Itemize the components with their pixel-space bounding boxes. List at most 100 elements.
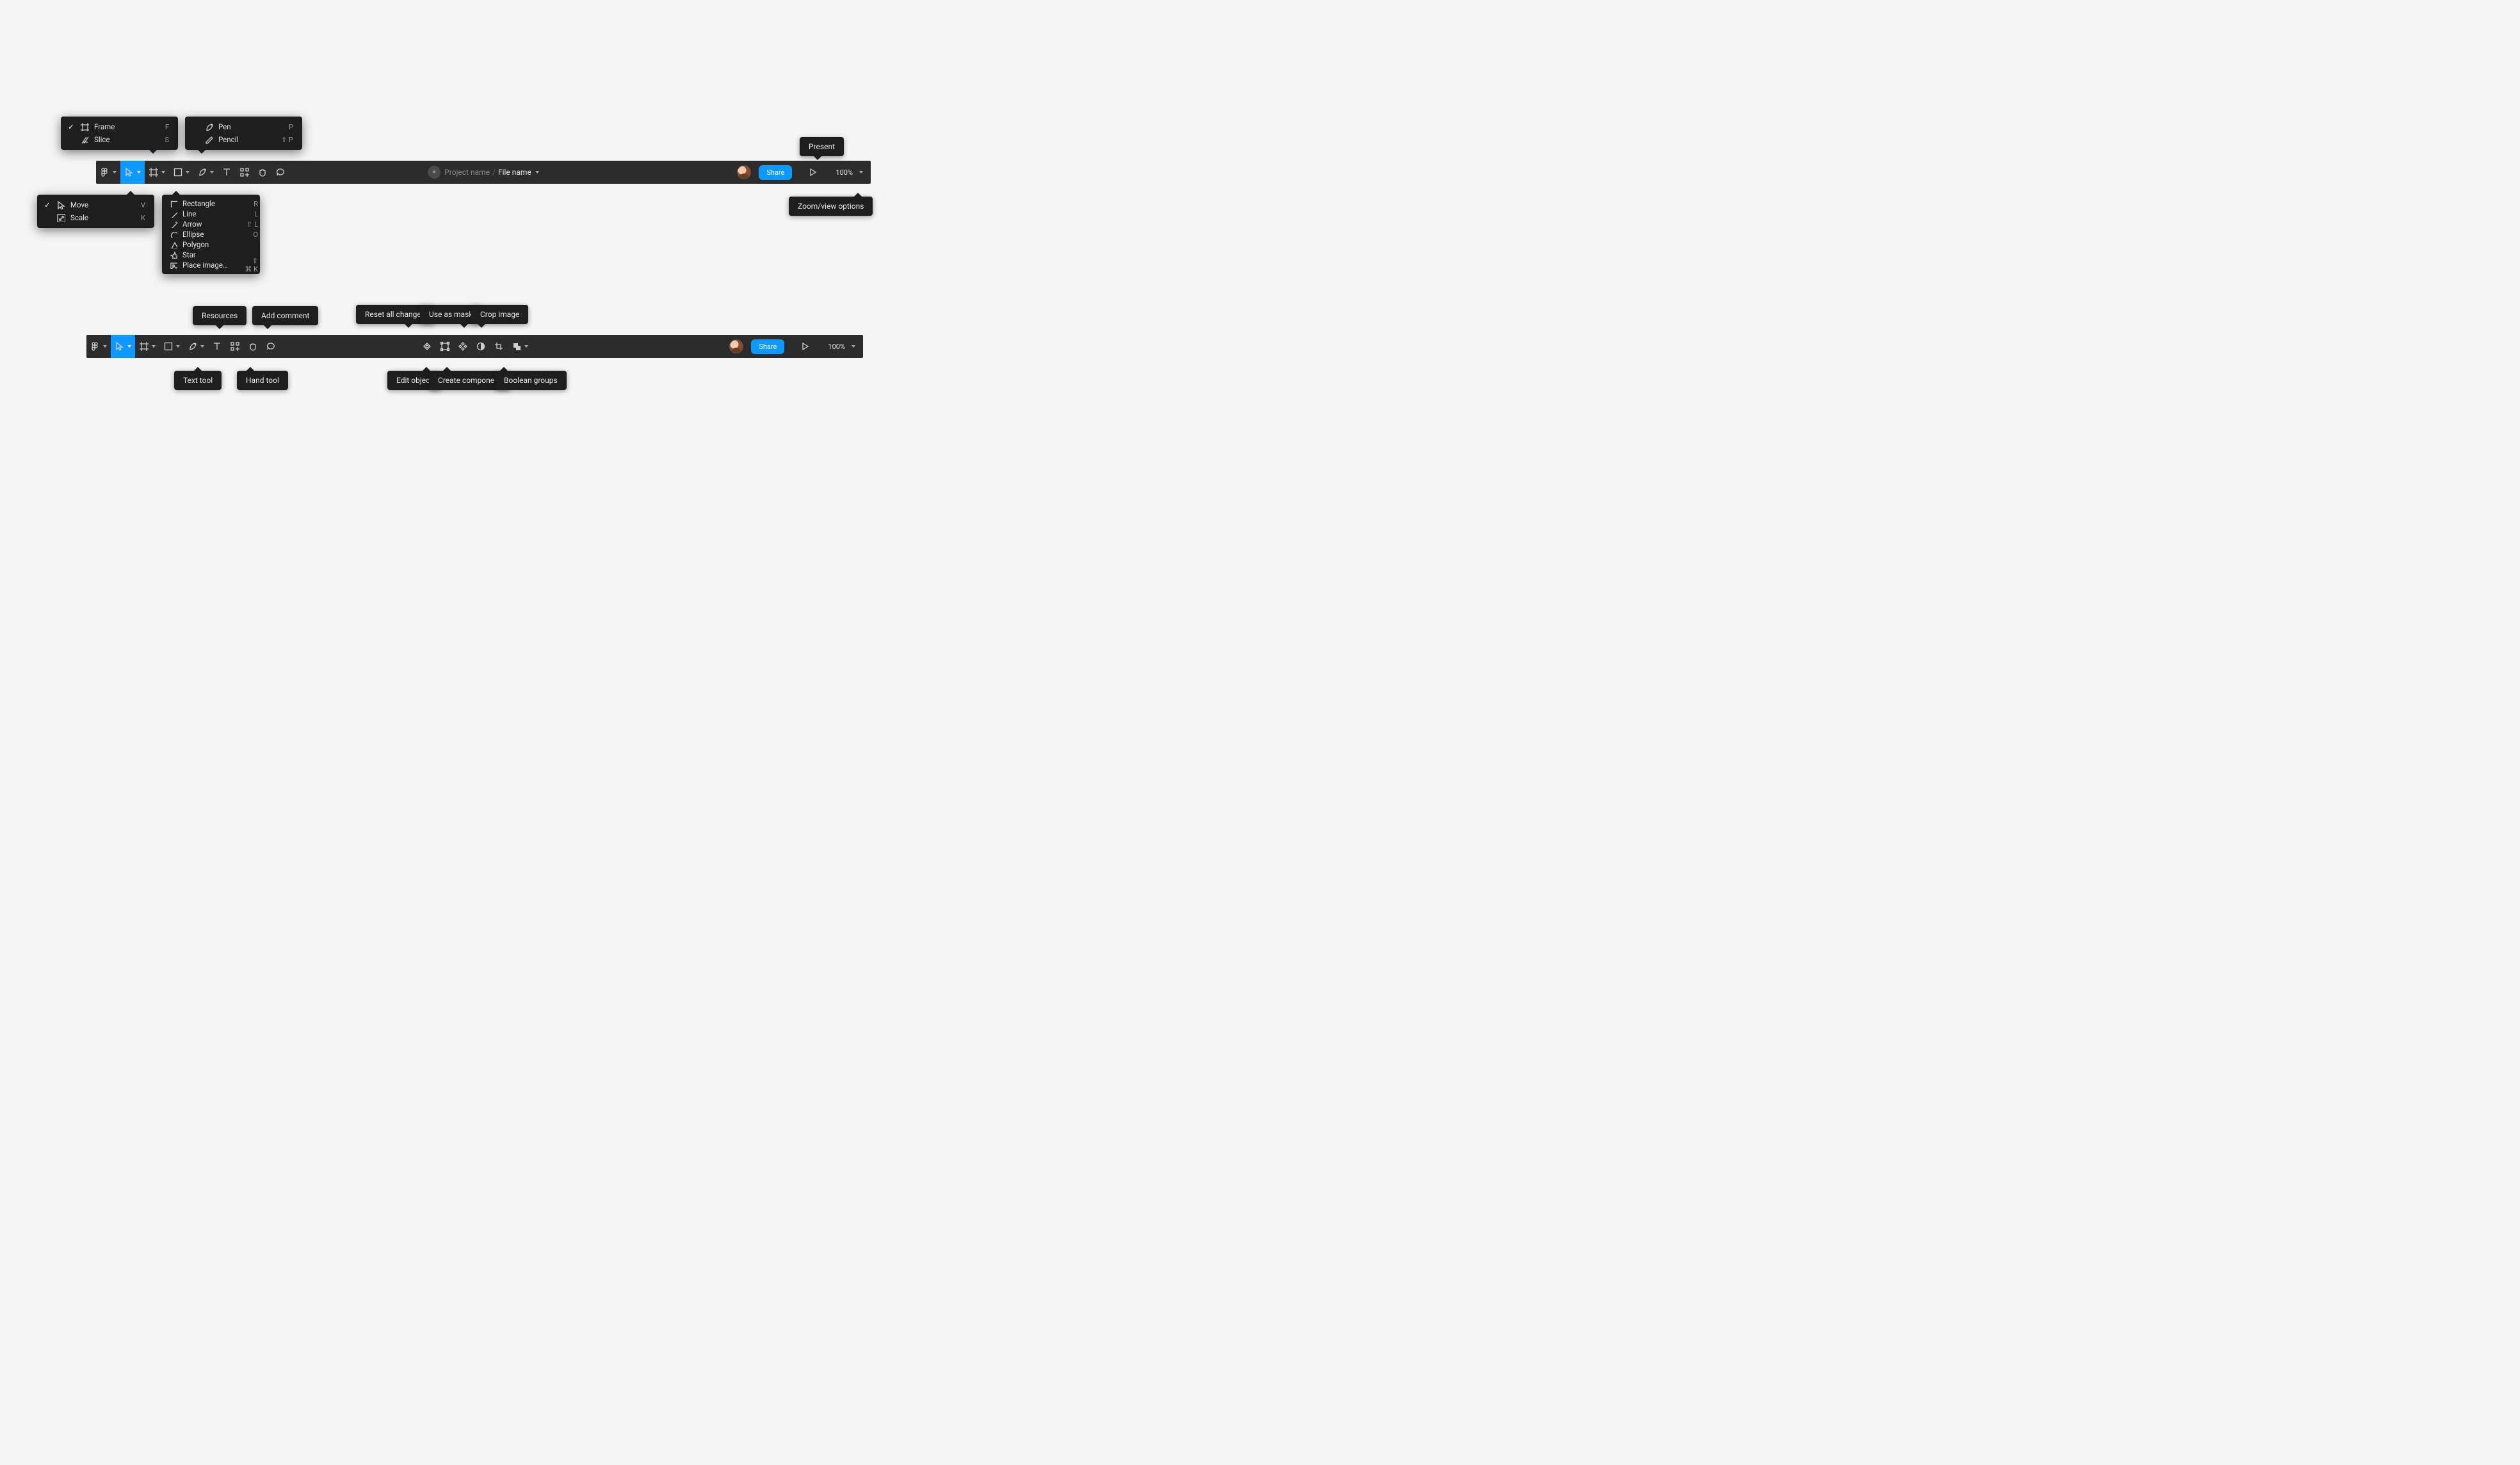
- check-icon: ✓: [67, 122, 75, 131]
- text-icon: [222, 167, 232, 177]
- use-as-mask-button[interactable]: [472, 335, 490, 358]
- comment-tool-button[interactable]: [271, 161, 289, 184]
- boolean-groups-button[interactable]: [508, 335, 532, 358]
- menu-item-slice[interactable]: Slice S: [61, 133, 178, 146]
- tooltip-hand-tool: Hand tool: [237, 371, 288, 390]
- menu-item-label: Star: [182, 250, 234, 259]
- zoom-value: 100%: [828, 343, 845, 351]
- chevron-down-icon: [859, 171, 863, 174]
- edit-object-button[interactable]: [436, 335, 454, 358]
- chevron-down-icon: [852, 345, 855, 348]
- menu-item-rectangle[interactable]: Rectangle R: [162, 198, 260, 209]
- team-avatar-icon: ✦: [428, 166, 440, 179]
- menu-item-place-image[interactable]: Place image… ⇧ ⌘ K: [162, 260, 260, 270]
- resources-button[interactable]: [236, 161, 254, 184]
- tooltip-add-comment: Add comment: [252, 306, 318, 325]
- slice-icon: [80, 135, 89, 144]
- user-avatar[interactable]: [737, 165, 751, 179]
- chevron-down-icon: [535, 171, 539, 174]
- menu-item-ellipse[interactable]: Ellipse O: [162, 229, 260, 239]
- chevron-down-icon: [524, 345, 528, 348]
- zoom-view-button[interactable]: 100%: [820, 335, 863, 358]
- menu-item-shortcut: V: [131, 201, 145, 209]
- breadcrumb[interactable]: ✦ Project name / File name: [428, 161, 539, 184]
- menu-item-polygon[interactable]: Polygon: [162, 239, 260, 250]
- rectangle-icon: [163, 341, 174, 352]
- share-button[interactable]: Share: [751, 339, 784, 354]
- menu-item-line[interactable]: Line L: [162, 209, 260, 219]
- menu-item-pencil[interactable]: Pencil ⇧ P: [185, 133, 302, 146]
- text-tool-button[interactable]: [208, 335, 226, 358]
- tooltip-label: Boolean groups: [504, 376, 558, 385]
- menu-item-arrow[interactable]: Arrow ⇧ L: [162, 219, 260, 229]
- image-icon: [170, 261, 177, 269]
- zoom-value: 100%: [836, 168, 853, 177]
- text-icon: [212, 341, 222, 352]
- shape-tool-button[interactable]: [169, 161, 193, 184]
- shape-tool-button[interactable]: [159, 335, 184, 358]
- hand-tool-button[interactable]: [254, 161, 271, 184]
- main-menu-button[interactable]: [96, 161, 120, 184]
- frame-tool-button[interactable]: [145, 161, 169, 184]
- chevron-down-icon: [137, 171, 141, 174]
- pen-icon: [204, 122, 213, 131]
- hand-tool-button[interactable]: [244, 335, 262, 358]
- resources-icon: [230, 341, 240, 352]
- tooltip-label: Hand tool: [246, 376, 279, 385]
- menu-item-move[interactable]: ✓ Move V: [37, 198, 154, 211]
- menu-item-frame[interactable]: ✓ Frame F: [61, 120, 178, 133]
- chevron-down-icon: [200, 345, 204, 348]
- hand-icon: [257, 167, 268, 177]
- component-icon: [458, 341, 468, 352]
- comment-icon: [275, 167, 286, 177]
- menu-item-label: Place image…: [182, 261, 234, 270]
- tooltip-label: Present: [809, 142, 835, 151]
- menu-item-pen[interactable]: Pen P: [185, 120, 302, 133]
- resources-icon: [239, 167, 250, 177]
- present-button[interactable]: [796, 335, 814, 358]
- zoom-view-button[interactable]: 100%: [828, 161, 871, 184]
- present-button[interactable]: [804, 161, 821, 184]
- star-icon: [170, 251, 177, 259]
- pen-tool-button[interactable]: [193, 161, 218, 184]
- cursor-icon: [115, 341, 125, 352]
- move-tool-button[interactable]: [111, 335, 135, 358]
- boolean-icon: [512, 341, 522, 352]
- reset-changes-button[interactable]: [418, 335, 436, 358]
- hand-icon: [248, 341, 258, 352]
- resources-button[interactable]: [226, 335, 244, 358]
- menu-item-label: Pen: [218, 122, 231, 131]
- comment-tool-button[interactable]: [262, 335, 280, 358]
- chevron-down-icon: [127, 345, 131, 348]
- tooltip-text-tool: Text tool: [174, 371, 222, 390]
- tooltip-resources: Resources: [193, 306, 246, 325]
- line-icon: [170, 210, 177, 218]
- menu-item-scale[interactable]: Scale K: [37, 211, 154, 224]
- create-component-button[interactable]: [454, 335, 472, 358]
- menu-item-label: Scale: [70, 213, 88, 222]
- tooltip-label: Use as mask: [429, 310, 472, 319]
- text-tool-button[interactable]: [218, 161, 236, 184]
- pen-tool-button[interactable]: [184, 335, 208, 358]
- menu-item-label: Move: [70, 200, 88, 209]
- pencil-icon: [204, 135, 213, 144]
- frame-tool-menu: ✓ Frame F Slice S: [61, 117, 178, 150]
- main-menu-button[interactable]: [86, 335, 111, 358]
- rectangle-icon: [170, 200, 177, 207]
- share-button[interactable]: Share: [759, 165, 792, 180]
- menu-item-label: Ellipse: [182, 230, 234, 239]
- cursor-icon: [124, 167, 134, 177]
- tooltip-label: Resources: [202, 311, 238, 320]
- scale-icon: [56, 213, 65, 222]
- user-avatar[interactable]: [729, 339, 743, 353]
- crop-image-button[interactable]: [490, 335, 508, 358]
- menu-item-label: Polygon: [182, 240, 234, 249]
- tooltip-present: Present: [800, 137, 844, 156]
- menu-item-shortcut: S: [155, 136, 169, 144]
- chevron-down-icon: [103, 345, 107, 348]
- tooltip-label: Crop image: [480, 310, 519, 319]
- tooltip-label: Create component: [438, 376, 501, 385]
- move-tool-button[interactable]: [120, 161, 145, 184]
- frame-tool-button[interactable]: [135, 335, 159, 358]
- tooltip-label: Zoom/view options: [798, 202, 864, 211]
